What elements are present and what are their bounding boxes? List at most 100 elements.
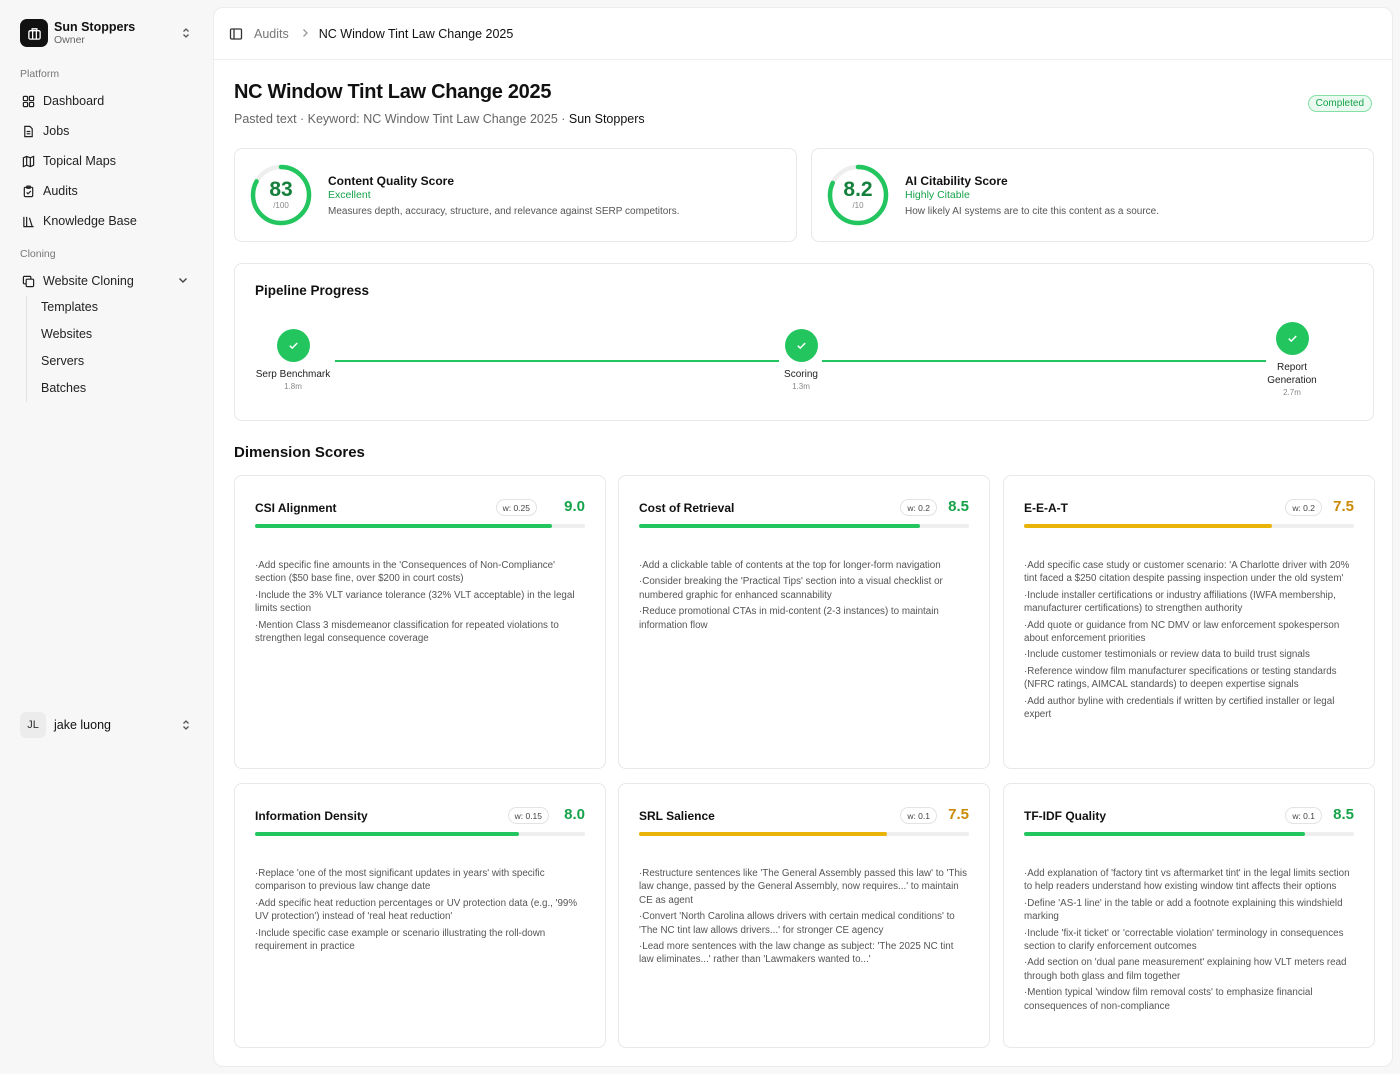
ai-citability-grade: Highly Citable xyxy=(905,189,970,201)
dimension-note: Reduce promotional CTAs in mid-content (… xyxy=(639,605,969,632)
page-title: NC Window Tint Law Change 2025 xyxy=(234,81,552,103)
dimension-note: Add specific case study or customer scen… xyxy=(1024,559,1354,586)
step-label: Serp Benchmark xyxy=(255,369,331,380)
sidebar-item-dashboard[interactable]: Dashboard xyxy=(12,88,200,114)
dimension-note: Reference window film manufacturer speci… xyxy=(1024,665,1354,692)
chevrons-up-down-icon xyxy=(178,25,194,41)
dimension-title: CSI Alignment xyxy=(255,501,337,515)
dimension-card-e-e-a-t: E-E-A-T w: 0.2 7.5 Add specific case study … xyxy=(1003,475,1375,769)
weight-badge: w: 0.15 xyxy=(507,807,549,824)
step-time: 1.8m xyxy=(284,382,302,391)
section-label-cloning: Cloning xyxy=(20,248,56,260)
dimension-note: Replace 'one of the most significant upd… xyxy=(255,867,585,894)
dimension-note: Include 'fix-it ticket' or 'correctable … xyxy=(1024,927,1354,954)
submenu-guide-line xyxy=(26,296,27,402)
content-quality-card: 83 /100 Content Quality Score Excellent … xyxy=(234,148,797,242)
weight-badge: w: 0.2 xyxy=(1285,499,1322,516)
map-icon xyxy=(20,153,36,169)
sidebar-subitem-batches[interactable]: Batches xyxy=(32,376,192,400)
dimension-note: Add specific heat reduction percentages … xyxy=(255,897,585,924)
sidebar-item-label: Knowledge Base xyxy=(43,214,137,228)
breadcrumb-audits[interactable]: Audits xyxy=(254,27,289,41)
score-bar-track xyxy=(1024,524,1354,528)
file-icon xyxy=(20,123,36,139)
ai-citability-max: /10 xyxy=(852,201,864,210)
step-time: 1.3m xyxy=(792,382,810,391)
dimension-note: Add a clickable table of contents at the… xyxy=(639,559,969,572)
content-quality-grade: Excellent xyxy=(328,189,371,201)
dimension-note: Lead more sentences with the law change … xyxy=(639,940,969,967)
pipeline-step-scoring: Scoring 1.3m xyxy=(746,329,856,391)
dimension-note: Include installer certifications or indu… xyxy=(1024,589,1354,616)
page-meta: Pasted text · Keyword: NC Window Tint La… xyxy=(234,112,645,126)
org-name: Sun Stoppers xyxy=(54,19,136,34)
dimension-note: Add specific fine amounts in the 'Conseq… xyxy=(255,559,585,586)
dimension-notes: Replace 'one of the most significant upd… xyxy=(255,867,585,956)
dimension-title: E-E-A-T xyxy=(1024,501,1068,515)
status-badge: Completed xyxy=(1307,95,1372,112)
sidebar-item-website-cloning[interactable]: Website Cloning xyxy=(12,268,200,294)
sidebar-item-label: Jobs xyxy=(43,124,70,138)
sidebar-item-label: Audits xyxy=(43,184,78,198)
dimension-score: 8.5 xyxy=(1333,806,1354,823)
sidebar-subitem-servers[interactable]: Servers xyxy=(32,349,192,373)
dimension-note: Consider breaking the 'Practical Tips' s… xyxy=(639,575,969,602)
dimension-scores-title: Dimension Scores xyxy=(234,444,365,461)
check-icon xyxy=(1275,322,1309,355)
score-bar-fill xyxy=(639,832,887,836)
dimension-note: Include specific case example or scenari… xyxy=(255,927,585,954)
pipeline-step-report-generation: Report Generation 2.7m xyxy=(1257,322,1327,397)
top-bar: Audits NC Window Tint Law Change 2025 xyxy=(214,8,1392,60)
breadcrumb-current: NC Window Tint Law Change 2025 xyxy=(318,26,514,41)
dimension-score: 8.5 xyxy=(948,498,969,515)
score-bar-fill xyxy=(255,524,552,528)
sidebar-subitem-templates[interactable]: Templates xyxy=(32,295,192,319)
copy-icon xyxy=(20,273,36,289)
check-icon xyxy=(784,329,818,362)
dimension-note: Include the 3% VLT variance tolerance (3… xyxy=(255,589,585,616)
dimension-note: Add section on 'dual pane measurement' e… xyxy=(1024,956,1354,983)
pipeline-step-serp-benchmark: Serp Benchmark 1.8m xyxy=(238,329,348,391)
org-role: Owner xyxy=(54,33,85,46)
dimension-note: Mention typical 'window film removal cos… xyxy=(1024,986,1354,1013)
sidebar-toggle-icon[interactable] xyxy=(229,26,245,42)
sidebar-item-audits[interactable]: Audits xyxy=(12,178,200,204)
dimension-note: Define 'AS-1 line' in the table or add a… xyxy=(1024,897,1354,924)
sidebar: Sun Stoppers Owner Platform Dashboard Jo… xyxy=(0,0,212,1074)
weight-badge: w: 0.25 xyxy=(495,499,537,516)
clipboard-icon xyxy=(20,183,36,199)
user-name: jake luong xyxy=(54,718,111,732)
ai-citability-description: How likely AI systems are to cite this c… xyxy=(905,206,1159,217)
sidebar-item-label: Topical Maps xyxy=(43,154,116,168)
dimension-title: TF-IDF Quality xyxy=(1024,809,1106,823)
dimension-notes: Add specific case study or customer scen… xyxy=(1024,559,1354,724)
page-meta-text: Pasted text · Keyword: NC Window Tint La… xyxy=(234,112,569,126)
org-logo-icon xyxy=(20,19,48,47)
sidebar-subitem-websites[interactable]: Websites xyxy=(32,322,192,346)
pipeline-progress-card: Pipeline Progress Serp Benchmark 1.8m Sc… xyxy=(234,263,1374,421)
dimension-note: Restructure sentences like 'The General … xyxy=(639,867,969,907)
content-quality-value: 83 xyxy=(269,178,293,201)
ai-citability-value: 8.2 xyxy=(843,178,873,201)
dashboard-grid-icon xyxy=(20,93,36,109)
dimension-card-srl-salience: SRL Salience w: 0.1 7.5 Restructure sentenc… xyxy=(618,783,990,1048)
dimension-notes: Add a clickable table of contents at the… xyxy=(639,559,969,635)
chevron-down-icon xyxy=(176,273,190,287)
avatar: JL xyxy=(20,712,46,738)
main-panel: Audits NC Window Tint Law Change 2025 NC… xyxy=(213,7,1393,1067)
dimension-card-information-density: Information Density w: 0.15 8.0 Replace 'on… xyxy=(234,783,606,1048)
pipeline-connector xyxy=(822,360,1266,362)
dimension-note: Mention Class 3 misdemeanor classificati… xyxy=(255,619,585,646)
user-menu[interactable]: JL jake luong xyxy=(12,710,200,740)
sidebar-item-jobs[interactable]: Jobs xyxy=(12,118,200,144)
sidebar-item-knowledge-base[interactable]: Knowledge Base xyxy=(12,208,200,234)
ai-citability-card: 8.2 /10 AI Citability Score Highly Citab… xyxy=(811,148,1374,242)
score-bar-track xyxy=(255,524,585,528)
dimension-note: Convert 'North Carolina allows drivers w… xyxy=(639,910,969,937)
sidebar-item-label: Website Cloning xyxy=(43,274,134,288)
dimension-note: Add quote or guidance from NC DMV or law… xyxy=(1024,619,1354,646)
org-switcher[interactable]: Sun Stoppers Owner xyxy=(12,12,200,54)
section-label-platform: Platform xyxy=(20,68,60,80)
weight-badge: w: 0.1 xyxy=(1285,807,1322,824)
sidebar-item-topical-maps[interactable]: Topical Maps xyxy=(12,148,200,174)
